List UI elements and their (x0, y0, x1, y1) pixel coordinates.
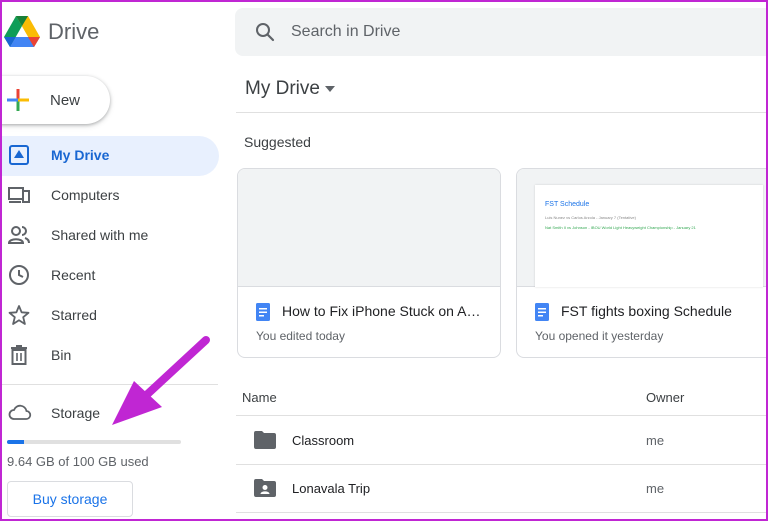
preview-line: Luis Nunez vs Carlos Arzola - January 7 … (545, 215, 636, 220)
storage-label: Storage (51, 405, 101, 421)
computers-icon (8, 187, 30, 203)
shared-icon (8, 226, 30, 244)
sidebar-item-label: Recent (51, 267, 96, 283)
suggested-card[interactable]: FST Schedule Luis Nunez vs Carlos Arzola… (516, 168, 768, 358)
sidebar-item-label: Shared with me (51, 227, 149, 243)
star-icon (8, 305, 30, 325)
search-icon[interactable] (253, 20, 277, 44)
my-drive-icon (9, 145, 29, 165)
sidebar-item-label: Starred (51, 307, 97, 323)
card-subtitle: You opened it yesterday (535, 329, 664, 343)
card-thumbnail: FST Schedule Luis Nunez vs Carlos Arzola… (517, 169, 768, 287)
storage-usage-text: 9.64 GB of 100 GB used (7, 454, 149, 469)
sidebar-item-computers[interactable]: Computers (0, 176, 219, 216)
file-owner: me (646, 481, 665, 496)
column-header-name[interactable]: Name (242, 390, 277, 405)
cloud-icon (8, 404, 32, 420)
sidebar-item-starred[interactable]: Starred (0, 296, 219, 336)
new-button[interactable]: New (0, 76, 110, 124)
search-input[interactable] (291, 8, 751, 56)
page-title[interactable]: My Drive (245, 78, 320, 100)
file-list-header: Name Owner (236, 380, 768, 416)
storage-usage-fill (7, 440, 24, 444)
preview-line: Nat Smith II vs Johnson - IBOU World Lig… (545, 225, 696, 230)
preview-title: FST Schedule (545, 201, 590, 208)
drive-logo-icon[interactable] (4, 14, 40, 48)
doc-icon (535, 303, 549, 321)
column-header-owner[interactable]: Owner (646, 390, 684, 405)
suggested-card[interactable]: How to Fix iPhone Stuck on Appl... You e… (237, 168, 501, 358)
doc-icon (256, 303, 270, 321)
sidebar-item-my-drive[interactable]: My Drive (0, 136, 219, 176)
file-row[interactable]: Classroom me (236, 417, 768, 465)
file-owner: me (646, 433, 665, 448)
sidebar-item-label: My Drive (51, 147, 110, 163)
caret-down-icon[interactable] (325, 86, 335, 92)
annotation-arrow-icon (112, 336, 210, 425)
suggested-heading: Suggested (244, 134, 311, 150)
sidebar-item-label: Computers (51, 187, 120, 203)
sidebar-item-recent[interactable]: Recent (0, 256, 219, 296)
shared-folder-icon (254, 479, 276, 497)
card-subtitle: You edited today (256, 329, 345, 343)
buy-storage-button[interactable]: Buy storage (7, 481, 133, 517)
sidebar-item-shared-with-me[interactable]: Shared with me (0, 216, 219, 256)
search-bar[interactable] (235, 8, 768, 56)
storage-usage-bar (7, 440, 181, 444)
card-thumbnail (238, 169, 500, 287)
plus-icon (7, 89, 29, 111)
app-name: Drive (48, 19, 100, 44)
header: Drive (0, 0, 768, 64)
folder-icon (254, 431, 276, 449)
clock-icon (9, 265, 29, 285)
card-title: FST fights boxing Schedule (561, 303, 732, 319)
new-button-label: New (50, 92, 81, 109)
file-name: Lonavala Trip (292, 481, 371, 496)
sidebar-item-label: Bin (51, 347, 72, 363)
trash-icon (11, 345, 27, 365)
file-row[interactable]: Lonavala Trip me (236, 465, 768, 513)
title-divider (236, 112, 768, 113)
file-name: Classroom (292, 433, 355, 448)
card-title: How to Fix iPhone Stuck on Appl... (282, 303, 487, 319)
